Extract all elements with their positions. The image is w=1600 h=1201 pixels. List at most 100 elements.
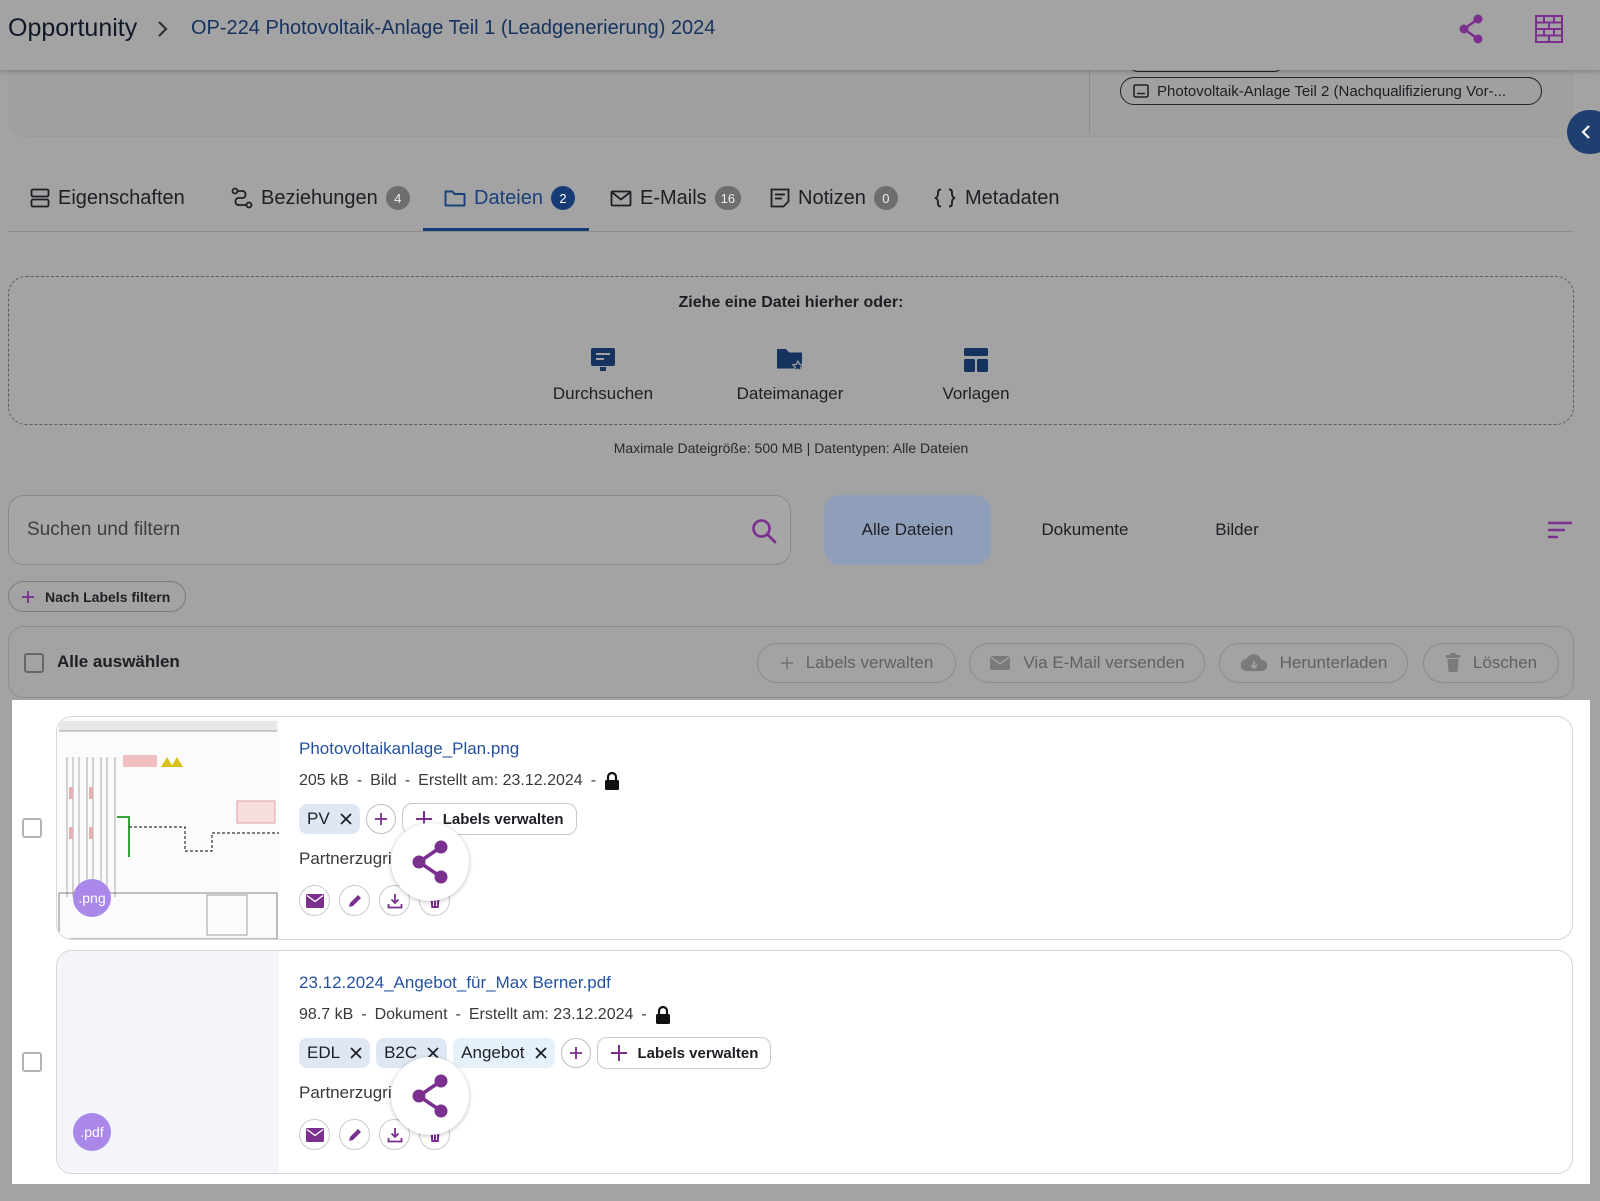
file-size: 98.7 kB: [299, 1006, 354, 1023]
file-select-checkbox[interactable]: [22, 818, 42, 838]
pencil-icon: [348, 1128, 361, 1141]
email-file-button[interactable]: [299, 885, 330, 916]
file-card: .png Photovoltaikanlage_Plan.png 205 kB -…: [56, 716, 1573, 940]
folder-icon: [444, 190, 466, 207]
search-icon[interactable]: [751, 518, 777, 544]
label-chip: PV: [299, 804, 360, 834]
select-all-checkbox[interactable]: [24, 653, 44, 673]
file-thumbnail[interactable]: .pdf: [57, 951, 279, 1173]
cloud-download-icon: [1240, 654, 1267, 672]
bulk-send-email-label: Via E-Mail versenden: [1023, 653, 1185, 672]
file-thumbnail[interactable]: .png: [57, 717, 279, 939]
file-meta: 205 kB - Bild - Erstellt am: 23.12.2024-: [299, 771, 620, 791]
browse-button[interactable]: Durchsuchen: [523, 346, 683, 404]
tab-notizen[interactable]: Notizen 0: [770, 178, 898, 218]
chevron-left-icon: [1581, 125, 1590, 139]
file-select-checkbox[interactable]: [22, 1052, 42, 1072]
monitor-icon: [1133, 84, 1149, 98]
remove-label-icon[interactable]: [534, 1047, 547, 1059]
file-manager-label: Dateimanager: [736, 384, 844, 403]
download-icon: [387, 893, 402, 908]
partner-access-label: Partnerzugriff: [299, 1083, 401, 1102]
file-created: Erstellt am: 23.12.2024: [468, 1006, 634, 1023]
bulk-delete-button[interactable]: Löschen: [1423, 643, 1559, 683]
file-meta: 98.7 kB - Dokument - Erstellt am: 23.12.20…: [299, 1005, 671, 1025]
templates-label: Vorlagen: [942, 384, 1010, 403]
label-filter-button[interactable]: Nach Labels filtern: [8, 581, 186, 612]
file-type: Bild: [370, 772, 397, 789]
remove-label-icon[interactable]: [340, 813, 352, 825]
file-manager-button[interactable]: Dateimanager: [710, 346, 870, 404]
bulk-delete-label: Löschen: [1472, 653, 1538, 672]
tab-count-badge: 16: [714, 186, 742, 210]
label-chip: EDL: [299, 1038, 371, 1068]
meta-separator: -: [361, 1006, 367, 1023]
partner-share-button[interactable]: [391, 823, 469, 901]
breadcrumb-root[interactable]: Opportunity: [8, 14, 137, 43]
file-extension-badge: .pdf: [73, 1113, 111, 1151]
mail-icon: [990, 656, 1011, 670]
remove-label-icon[interactable]: [350, 1047, 362, 1059]
edit-file-button[interactable]: [339, 885, 370, 916]
tab-label: E-Mails: [640, 186, 707, 209]
tabs-divider: [8, 231, 1574, 232]
tab-count-badge: 4: [385, 186, 410, 210]
tab-eigenschaften[interactable]: Eigenschaften: [30, 178, 185, 218]
tab-emails[interactable]: E-Mails 16: [610, 178, 742, 218]
label-text: Angebot: [461, 1043, 525, 1062]
select-all-label: Alle auswählen: [57, 652, 180, 671]
tab-count-badge: 0: [873, 186, 898, 210]
filter-tab-bilder[interactable]: Bilder: [1172, 495, 1302, 565]
bulk-download-label: Herunterladen: [1279, 653, 1388, 672]
email-file-button[interactable]: [299, 1119, 330, 1150]
mail-icon: [610, 190, 632, 206]
search-box: [8, 495, 791, 565]
tab-label: Eigenschaften: [58, 186, 185, 209]
tab-beziehungen[interactable]: Beziehungen 4: [231, 178, 410, 218]
file-name-link[interactable]: Photovoltaikanlage_Plan.png: [299, 739, 519, 759]
templates-button[interactable]: Vorlagen: [896, 346, 1056, 404]
bulk-manage-labels-label: Labels verwalten: [805, 653, 934, 672]
list-layout-icon: [30, 188, 50, 208]
share-icon[interactable]: [1458, 14, 1484, 44]
monitor-upload-icon: [591, 348, 615, 371]
plus-icon: [22, 590, 34, 603]
tab-label: Metadaten: [965, 186, 1060, 209]
file-name-link[interactable]: 23.12.2024_Angebot_für_Max Berner.pdf: [299, 973, 611, 993]
plus-icon: [780, 657, 793, 669]
filter-tab-alle-dateien[interactable]: Alle Dateien: [824, 495, 991, 565]
search-input[interactable]: [27, 496, 717, 564]
label-text: EDL: [307, 1043, 341, 1062]
add-label-button[interactable]: [365, 804, 396, 834]
file-card: .pdf 23.12.2024_Angebot_für_Max Berner.p…: [56, 950, 1573, 1174]
bulk-send-email-button[interactable]: Via E-Mail versenden: [969, 643, 1205, 683]
related-opportunity-chip[interactable]: Photovoltaik-Anlage Teil 2 (Nachqualifiz…: [1120, 77, 1542, 105]
partner-access-label: Partnerzugriff: [299, 849, 401, 868]
lock-icon[interactable]: [655, 1005, 671, 1025]
add-label-button[interactable]: [560, 1038, 591, 1068]
mail-icon: [305, 1127, 324, 1142]
manage-labels-label: Labels verwalten: [442, 810, 564, 828]
collapse-sidebar-button[interactable]: [1567, 110, 1600, 154]
sort-icon[interactable]: [1547, 521, 1573, 539]
manage-labels-button[interactable]: Labels verwalten: [596, 1037, 772, 1069]
download-icon: [387, 1127, 402, 1142]
tab-dateien[interactable]: Dateien 2: [444, 178, 575, 218]
bulk-manage-labels-button[interactable]: Labels verwalten: [757, 643, 956, 683]
lock-icon[interactable]: [604, 771, 620, 791]
brick-wall-icon[interactable]: [1534, 14, 1564, 44]
related-chip-label: Photovoltaik-Anlage Teil 2 (Nachqualifiz…: [1157, 82, 1507, 100]
note-icon: [770, 188, 790, 208]
meta-separator: -: [356, 772, 363, 789]
edit-file-button[interactable]: [339, 1119, 370, 1150]
label-filter-label: Nach Labels filtern: [45, 588, 171, 605]
trash-icon: [1445, 653, 1460, 672]
bulk-download-button[interactable]: Herunterladen: [1219, 643, 1408, 683]
file-labels: EDL B2C Angebot Labels verwalten: [299, 1037, 772, 1069]
plus-icon: [569, 1047, 582, 1059]
plus-icon: [374, 813, 387, 825]
partner-share-button[interactable]: [391, 1057, 469, 1135]
tab-label: Beziehungen: [261, 186, 378, 209]
tab-metadaten[interactable]: Metadaten: [933, 178, 1060, 218]
filter-tab-dokumente[interactable]: Dokumente: [1004, 495, 1166, 565]
